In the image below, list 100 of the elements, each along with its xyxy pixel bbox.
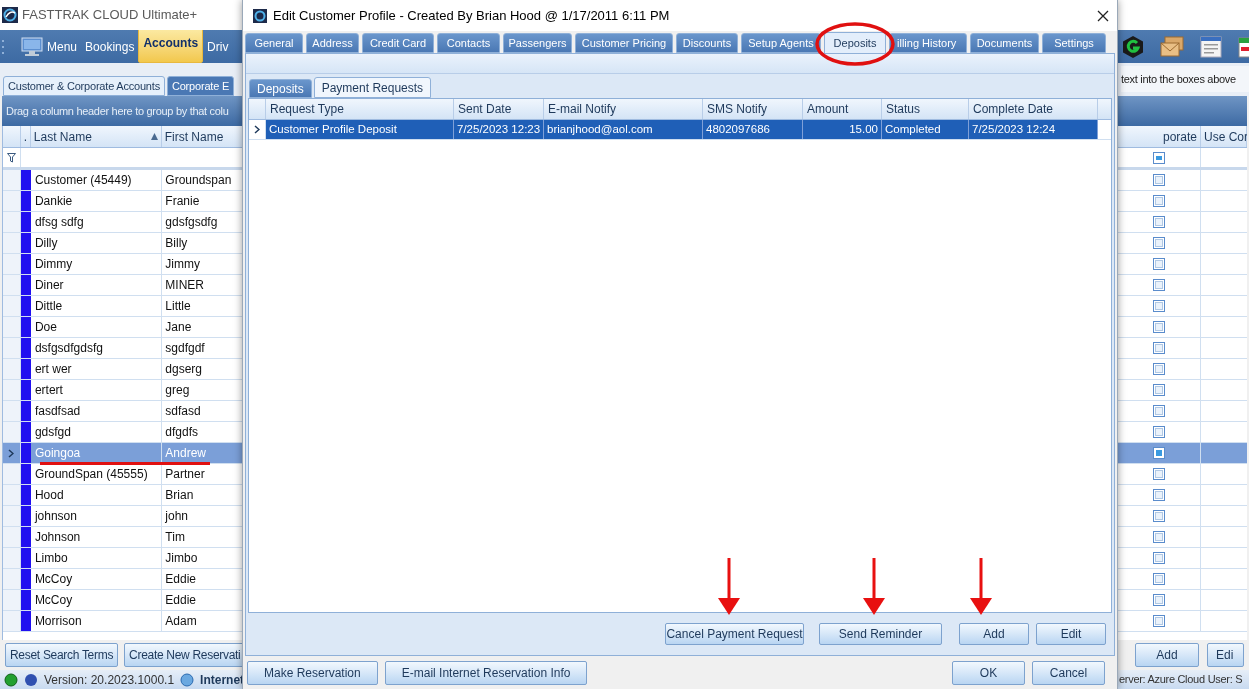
annotation-arrow bbox=[970, 558, 992, 615]
checkbox[interactable] bbox=[1153, 510, 1165, 522]
tab[interactable]: Deposits bbox=[249, 79, 312, 98]
group-panel-text: Drag a column header here to group by that colu bbox=[6, 105, 229, 117]
button[interactable]: Cancel bbox=[1032, 660, 1105, 685]
table-cell: 7/25/2023 12:23 bbox=[454, 120, 544, 139]
button[interactable]: Add bbox=[1135, 643, 1199, 667]
column-header[interactable]: . bbox=[20, 126, 31, 147]
filter-icon bbox=[7, 152, 16, 163]
tab[interactable]: Customer Pricing bbox=[575, 33, 673, 53]
column-header[interactable]: Request Type bbox=[266, 99, 454, 119]
tab[interactable]: Discounts bbox=[676, 33, 738, 53]
checkbox[interactable] bbox=[1153, 384, 1165, 396]
button[interactable]: Cancel Payment Request bbox=[665, 623, 804, 645]
table-cell: McCoy bbox=[30, 590, 163, 610]
column-header[interactable]: Sent Date bbox=[454, 99, 544, 119]
button[interactable]: Edi bbox=[1207, 643, 1244, 667]
checkbox[interactable] bbox=[1153, 321, 1165, 333]
checkbox[interactable] bbox=[1153, 615, 1165, 627]
nav-item[interactable]: Menu bbox=[17, 30, 82, 63]
checkbox[interactable] bbox=[1153, 468, 1165, 480]
checkbox[interactable] bbox=[1153, 573, 1165, 585]
checkbox[interactable] bbox=[1153, 552, 1165, 564]
color-bar bbox=[20, 506, 31, 526]
calendar-icon bbox=[1238, 35, 1249, 58]
checkbox[interactable] bbox=[1153, 216, 1165, 228]
tab[interactable]: Contacts bbox=[437, 33, 500, 53]
app-logo-icon bbox=[253, 8, 267, 23]
column-header[interactable]: Last Name bbox=[30, 126, 162, 147]
checkbox[interactable] bbox=[1153, 237, 1165, 249]
tab[interactable]: Corporate E bbox=[166, 76, 235, 96]
column-header[interactable]: Complete Date bbox=[969, 99, 1098, 119]
checkbox[interactable] bbox=[1153, 489, 1165, 501]
table-cell: Customer Profile Deposit bbox=[266, 120, 454, 139]
checkbox[interactable] bbox=[1153, 405, 1165, 417]
checkbox[interactable] bbox=[1153, 300, 1165, 312]
color-bar bbox=[20, 527, 31, 547]
column-header[interactable]: Amount bbox=[803, 99, 882, 119]
table-cell: Diner bbox=[30, 275, 163, 295]
tab[interactable]: Deposits bbox=[824, 32, 886, 53]
table-cell: Doe bbox=[30, 317, 163, 337]
tab[interactable]: Settings bbox=[1042, 33, 1106, 53]
checkbox[interactable] bbox=[1153, 195, 1165, 207]
button[interactable]: E-mail Internet Reservation Info bbox=[384, 660, 588, 685]
annotation-arrow bbox=[863, 558, 885, 615]
tab[interactable]: Documents bbox=[970, 33, 1039, 53]
checkbox[interactable] bbox=[1153, 426, 1165, 438]
color-bar bbox=[20, 170, 31, 190]
close-icon[interactable] bbox=[1097, 9, 1109, 22]
envelope-icon bbox=[1160, 35, 1184, 58]
grip-icon bbox=[2, 39, 5, 54]
checkbox[interactable] bbox=[1153, 258, 1165, 270]
tab[interactable]: Credit Card bbox=[362, 33, 434, 53]
monitor-icon bbox=[21, 36, 43, 57]
tab[interactable]: Setup Agents bbox=[741, 33, 821, 53]
tab[interactable]: Address bbox=[306, 33, 359, 53]
status-dot-icon bbox=[4, 672, 18, 687]
table-cell: ert wer bbox=[30, 359, 163, 379]
dialog-title: Edit Customer Profile - Created By Brian Hood @ 1/17/2011 6:11 PM bbox=[273, 6, 671, 25]
color-bar bbox=[20, 464, 31, 484]
filter-checkbox[interactable] bbox=[1153, 151, 1165, 164]
nav-item[interactable]: Driv bbox=[203, 30, 233, 63]
tab[interactable]: Customer & Corporate Accounts bbox=[3, 76, 165, 96]
column-header[interactable]: E-mail Notify bbox=[544, 99, 703, 119]
tab[interactable]: Passengers bbox=[503, 33, 572, 53]
table-cell: Limbo bbox=[30, 548, 163, 568]
tab[interactable]: illing History bbox=[889, 33, 967, 53]
column-header[interactable]: Use Cor bbox=[1201, 126, 1247, 147]
color-bar bbox=[20, 212, 31, 232]
server-text: erver: Azure Cloud bbox=[1119, 672, 1205, 688]
tab[interactable]: General bbox=[245, 33, 303, 53]
nav-item[interactable]: Accounts bbox=[138, 30, 204, 63]
checkbox[interactable] bbox=[1153, 174, 1165, 186]
table-cell: Morrison bbox=[30, 611, 163, 631]
checkbox[interactable] bbox=[1153, 279, 1165, 291]
table-cell: 7/25/2023 12:24 bbox=[969, 120, 1098, 139]
color-bar bbox=[20, 191, 31, 211]
checkbox[interactable] bbox=[1153, 531, 1165, 543]
color-bar bbox=[20, 254, 31, 274]
table-cell: Johnson bbox=[30, 527, 163, 547]
tab[interactable]: Payment Requests bbox=[313, 77, 432, 98]
button[interactable]: Edit bbox=[1036, 623, 1106, 645]
hint-text: text into the boxes above bbox=[1121, 71, 1236, 87]
button[interactable]: Add bbox=[959, 623, 1029, 645]
color-bar bbox=[20, 338, 31, 358]
document-icon bbox=[1200, 35, 1222, 58]
button[interactable]: OK bbox=[952, 660, 1025, 685]
checkbox[interactable] bbox=[1153, 447, 1165, 459]
column-header[interactable]: SMS Notify bbox=[703, 99, 803, 119]
color-bar bbox=[20, 590, 31, 610]
nav-item[interactable]: Bookings bbox=[81, 30, 139, 63]
button[interactable]: Reset Search Terms bbox=[5, 643, 119, 667]
button[interactable]: Make Reservation bbox=[247, 660, 378, 685]
color-bar bbox=[20, 401, 31, 421]
button[interactable]: Send Reminder bbox=[819, 623, 942, 645]
table-cell: brianjhood@aol.com bbox=[544, 120, 703, 139]
checkbox[interactable] bbox=[1153, 594, 1165, 606]
checkbox[interactable] bbox=[1153, 342, 1165, 354]
checkbox[interactable] bbox=[1153, 363, 1165, 375]
column-header[interactable]: Status bbox=[882, 99, 969, 119]
